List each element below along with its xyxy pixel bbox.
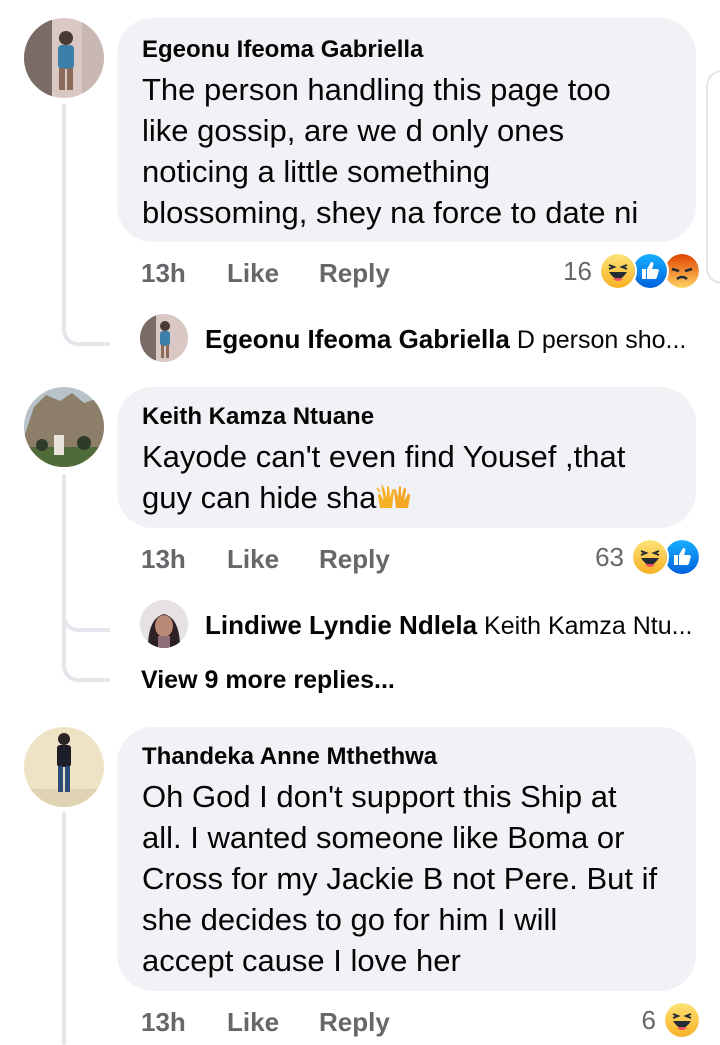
thread-line xyxy=(62,474,66,604)
comment-author[interactable]: Egeonu Ifeoma Gabriella xyxy=(142,36,423,64)
comment-time: 13h xyxy=(141,544,186,574)
like-button[interactable]: Like xyxy=(227,544,279,575)
reaction-count[interactable]: 6 xyxy=(604,1005,656,1036)
comment-text-line: Cross for my Jackie B not Pere. But if xyxy=(142,861,658,896)
avatar[interactable] xyxy=(24,18,104,98)
haha-reaction-icon[interactable] xyxy=(599,252,637,290)
reply-author[interactable]: Lindiwe Lyndie Ndlela xyxy=(205,610,477,640)
comment-time: 13h xyxy=(141,1007,186,1037)
reply-snippet: D person sho... xyxy=(516,326,687,354)
avatar[interactable] xyxy=(24,387,104,467)
comment-bubble: Thandeka Anne Mthethwa Oh God I don't su… xyxy=(117,727,696,991)
comment-bubble: Keith Kamza Ntuane Kayode can't even fin… xyxy=(117,387,696,528)
haha-reaction-icon[interactable] xyxy=(631,538,669,576)
comment-text-line: noticing a little something xyxy=(142,154,491,189)
comment-text-line: like gossip, are we d only ones xyxy=(142,113,565,148)
comment-text-line: The person handling this page too xyxy=(142,72,611,107)
side-panel-edge xyxy=(706,70,720,284)
reply-button[interactable]: Reply xyxy=(319,544,390,575)
thread-line xyxy=(62,812,66,1045)
comment-text-line: all. I wanted someone like Boma or xyxy=(142,820,625,855)
thread-connector xyxy=(62,314,110,346)
comment-text-line: Oh God I don't support this Ship at xyxy=(142,779,617,814)
view-more-replies-link[interactable]: View 9 more replies... xyxy=(141,666,395,695)
comment-time: 13h xyxy=(141,258,186,288)
avatar-photo xyxy=(24,727,104,807)
comment-text-line: guy can hide sha xyxy=(142,480,377,515)
like-button[interactable]: Like xyxy=(227,258,279,289)
comment-text-line-wrap: guy can hide sha xyxy=(142,477,625,518)
avatar[interactable] xyxy=(24,727,104,807)
thread-connector xyxy=(62,650,110,682)
reaction-count[interactable]: 16 xyxy=(540,256,592,287)
thread-line xyxy=(62,104,66,314)
reply-button[interactable]: Reply xyxy=(319,1007,390,1038)
comment-text-line: accept cause I love her xyxy=(142,943,461,978)
comment-bubble: Egeonu Ifeoma Gabriella The person handl… xyxy=(117,18,696,242)
comment-text: Oh God I don't support this Ship at all.… xyxy=(142,776,657,981)
comment-text: The person handling this page too like g… xyxy=(142,69,638,233)
reply-snippet: Keith Kamza Ntu... xyxy=(484,612,693,640)
comment-author[interactable]: Thandeka Anne Mthethwa xyxy=(142,743,437,771)
reply-avatar[interactable] xyxy=(140,600,188,648)
thread-connector xyxy=(62,600,110,632)
avatar-photo xyxy=(140,314,188,362)
comment-text-line: she decides to go for him I will xyxy=(142,902,558,937)
comment-text-line: Kayode can't even find Yousef ,that xyxy=(142,439,626,474)
reply-button[interactable]: Reply xyxy=(319,258,390,289)
avatar-photo xyxy=(24,18,104,98)
comment-text: Kayode can't even find Yousef ,that guy … xyxy=(142,436,625,518)
reply-avatar[interactable] xyxy=(140,314,188,362)
reply-author[interactable]: Egeonu Ifeoma Gabriella xyxy=(205,324,510,354)
reaction-count[interactable]: 63 xyxy=(572,542,624,573)
reply-preview[interactable]: Egeonu Ifeoma Gabriella D person sho... xyxy=(205,324,686,355)
avatar-photo xyxy=(24,387,104,467)
avatar-photo xyxy=(140,600,188,648)
like-button[interactable]: Like xyxy=(227,1007,279,1038)
comment-text-line: blossoming, shey na force to date ni xyxy=(142,195,639,230)
raising-hands-icon xyxy=(376,484,411,508)
comment-author[interactable]: Keith Kamza Ntuane xyxy=(142,403,374,431)
haha-reaction-icon[interactable] xyxy=(663,1001,701,1039)
reply-preview[interactable]: Lindiwe Lyndie Ndlela Keith Kamza Ntu... xyxy=(205,610,692,641)
